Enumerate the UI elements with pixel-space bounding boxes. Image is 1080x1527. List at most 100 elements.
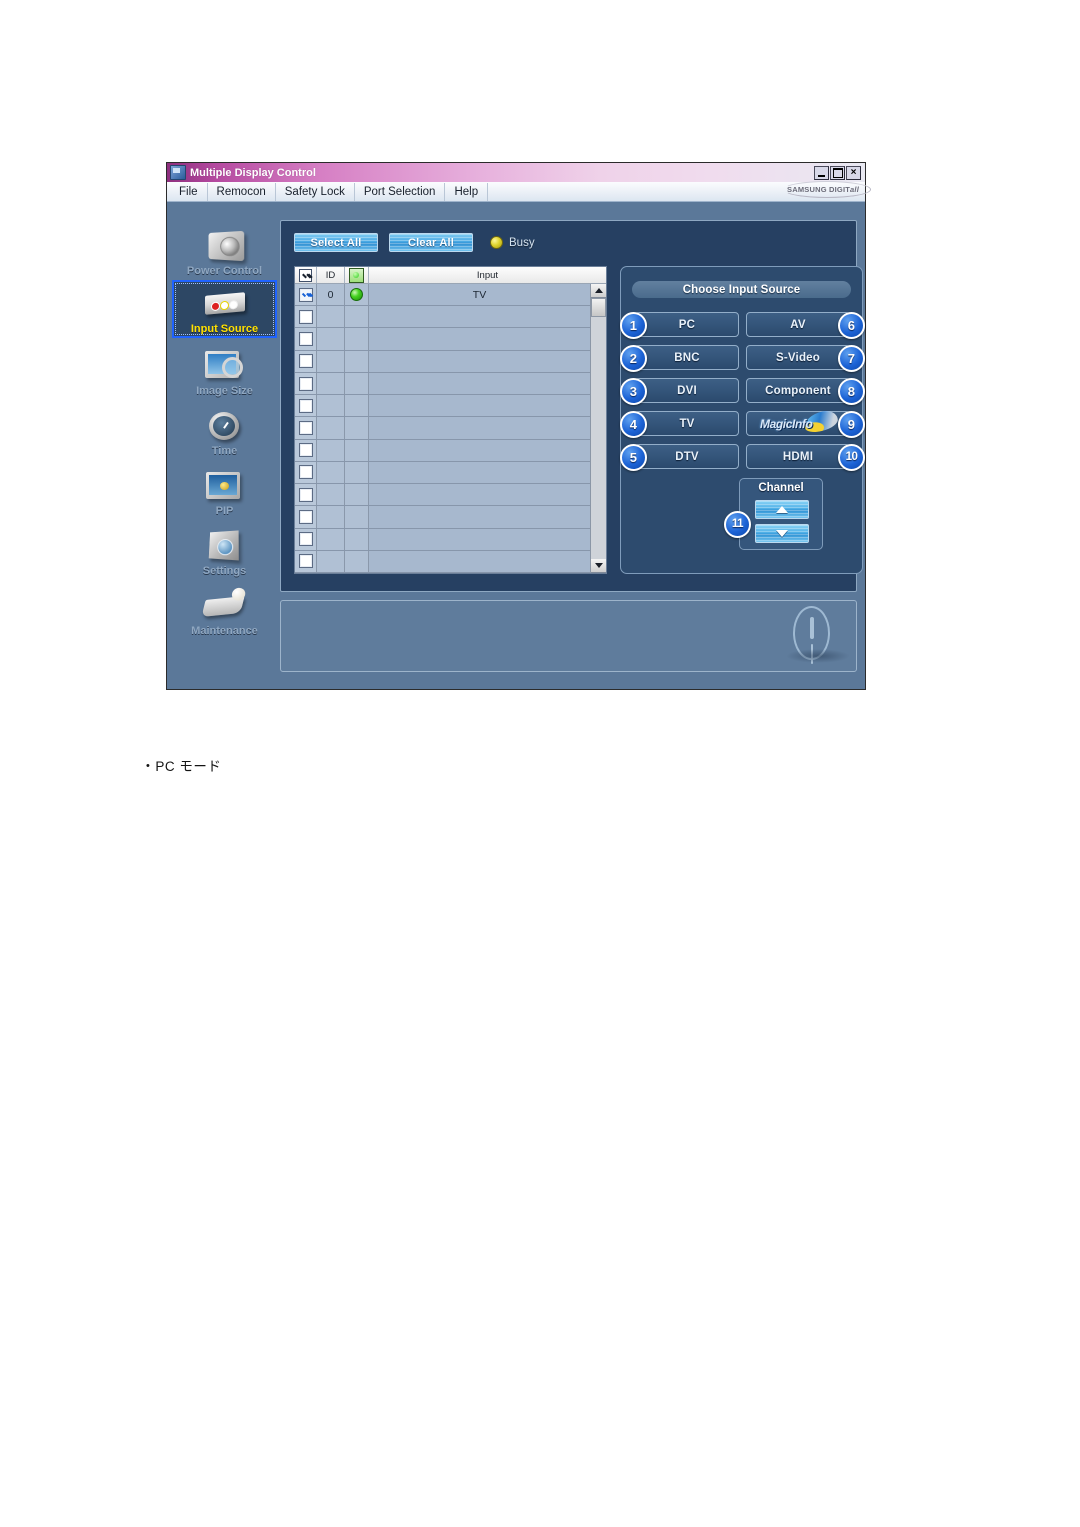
row-checkbox-icon[interactable] — [298, 376, 313, 391]
input-source-label-tv: TV — [679, 417, 695, 430]
row-id-cell — [317, 328, 345, 350]
table-row[interactable] — [295, 528, 590, 551]
row-checkbox-icon[interactable] — [298, 354, 313, 369]
sidebar-item-maintenance[interactable]: Maintenance — [172, 580, 277, 638]
minimize-button[interactable] — [814, 165, 829, 180]
maximize-button[interactable] — [830, 165, 845, 180]
sidebar-item-settings[interactable]: Settings — [172, 520, 277, 578]
table-rows: 0 TV — [295, 284, 590, 573]
row-select-cell[interactable] — [295, 528, 317, 550]
sidebar-item-image-size[interactable]: Image Size — [172, 340, 277, 398]
menu-item-port-selection[interactable]: Port Selection — [355, 182, 446, 201]
row-select-cell[interactable] — [295, 506, 317, 528]
row-status-cell — [345, 306, 369, 328]
sidebar-label-settings: Settings — [202, 565, 247, 577]
input-source-button-dtv[interactable]: 5 DTV — [620, 444, 739, 471]
table-row[interactable] — [295, 395, 590, 418]
row-checkbox-icon[interactable] — [298, 554, 313, 569]
table-row[interactable] — [295, 417, 590, 440]
power-on-led-icon — [350, 288, 363, 302]
row-checkbox-icon[interactable] — [298, 443, 313, 458]
row-input-cell: TV — [369, 284, 590, 306]
caption-pc-mode: • PC モード — [146, 755, 221, 775]
column-header-select-all[interactable] — [295, 267, 317, 283]
input-source-label-av: AV — [790, 318, 806, 331]
input-source-button-pc[interactable]: 1 PC — [620, 312, 739, 339]
input-source-button-s-video[interactable]: 7 S-Video — [746, 345, 865, 372]
table-row[interactable] — [295, 461, 590, 485]
scroll-down-button[interactable] — [591, 559, 606, 573]
input-source-button-hdmi[interactable]: 10 HDMI — [746, 444, 865, 471]
row-select-cell[interactable] — [295, 284, 317, 306]
window-title-bar[interactable]: Multiple Display Control × — [167, 163, 865, 182]
select-all-button[interactable]: Select All — [294, 233, 378, 252]
row-select-cell[interactable] — [295, 461, 317, 484]
badge-11: 11 — [724, 511, 751, 538]
badge-3: 3 — [620, 378, 647, 405]
channel-down-button[interactable] — [755, 524, 809, 543]
input-source-button-av[interactable]: 6 AV — [746, 312, 865, 339]
row-select-cell[interactable] — [295, 328, 317, 350]
table-row[interactable] — [295, 350, 590, 373]
select-all-checkbox-icon[interactable] — [299, 268, 312, 282]
input-source-button-dvi[interactable]: 3 DVI — [620, 378, 739, 405]
row-checkbox-icon[interactable] — [298, 421, 313, 436]
sidebar-label-input-source: Input Source — [190, 323, 259, 335]
column-header-status — [345, 267, 369, 283]
row-checkbox-icon[interactable] — [298, 287, 313, 302]
table-row[interactable]: 0 TV — [295, 284, 590, 307]
sidebar-label-time: Time — [211, 445, 238, 457]
time-icon — [202, 408, 248, 444]
row-checkbox-icon[interactable] — [298, 532, 313, 547]
row-select-cell[interactable] — [295, 439, 317, 461]
sidebar-item-time[interactable]: Time — [172, 400, 277, 458]
row-select-cell[interactable] — [295, 350, 317, 372]
channel-up-button[interactable] — [755, 500, 809, 519]
minimize-icon — [818, 174, 825, 177]
input-source-label-hdmi: HDMI — [782, 450, 814, 463]
input-source-button-magicinfo[interactable]: 9 MagicInfo — [746, 408, 865, 438]
sidebar-item-input-source[interactable]: Input Source — [172, 280, 277, 338]
input-source-label-dvi: DVI — [677, 384, 697, 397]
menu-item-remocon[interactable]: Remocon — [208, 182, 276, 201]
row-input-cell — [369, 350, 590, 372]
menu-item-safety-lock[interactable]: Safety Lock — [276, 182, 355, 201]
clear-all-button[interactable]: Clear All — [389, 233, 473, 252]
input-source-button-component[interactable]: 8 Component — [746, 378, 865, 405]
badge-7: 7 — [838, 345, 865, 372]
sidebar-item-power-control[interactable]: Power Control — [172, 220, 277, 278]
row-status-cell — [345, 506, 369, 528]
row-checkbox-icon[interactable] — [298, 332, 313, 347]
input-source-button-tv[interactable]: 4 TV — [620, 411, 739, 438]
table-row[interactable] — [295, 550, 590, 573]
table-row[interactable] — [295, 506, 590, 529]
scrollbar-track[interactable] — [591, 298, 606, 559]
scroll-up-button[interactable] — [591, 284, 606, 298]
sidebar-item-pip[interactable]: PIP — [172, 460, 277, 518]
row-checkbox-icon[interactable] — [298, 509, 313, 524]
row-checkbox-icon[interactable] — [298, 465, 313, 480]
row-select-cell[interactable] — [295, 395, 317, 417]
input-source-button-bnc[interactable]: 2 BNC — [620, 345, 739, 372]
scrollbar-thumb[interactable] — [591, 298, 606, 317]
menu-item-file[interactable]: File — [167, 182, 208, 201]
table-row[interactable] — [295, 328, 590, 351]
row-select-cell[interactable] — [295, 306, 317, 328]
menu-item-help[interactable]: Help — [445, 182, 489, 201]
table-header-row: ID Input — [295, 267, 606, 284]
row-select-cell[interactable] — [295, 484, 317, 506]
row-checkbox-icon[interactable] — [298, 398, 313, 413]
table-row[interactable] — [295, 372, 590, 396]
row-checkbox-icon[interactable] — [298, 309, 313, 324]
table-row[interactable] — [295, 484, 590, 507]
close-button[interactable]: × — [846, 165, 861, 180]
row-checkbox-icon[interactable] — [298, 487, 313, 502]
pip-icon — [202, 468, 248, 504]
row-select-cell[interactable] — [295, 550, 317, 573]
row-select-cell[interactable] — [295, 417, 317, 439]
row-select-cell[interactable] — [295, 372, 317, 395]
table-row[interactable] — [295, 306, 590, 329]
choose-input-source-title: Choose Input Source — [632, 281, 851, 298]
table-row[interactable] — [295, 439, 590, 462]
table-scrollbar[interactable] — [590, 284, 606, 573]
